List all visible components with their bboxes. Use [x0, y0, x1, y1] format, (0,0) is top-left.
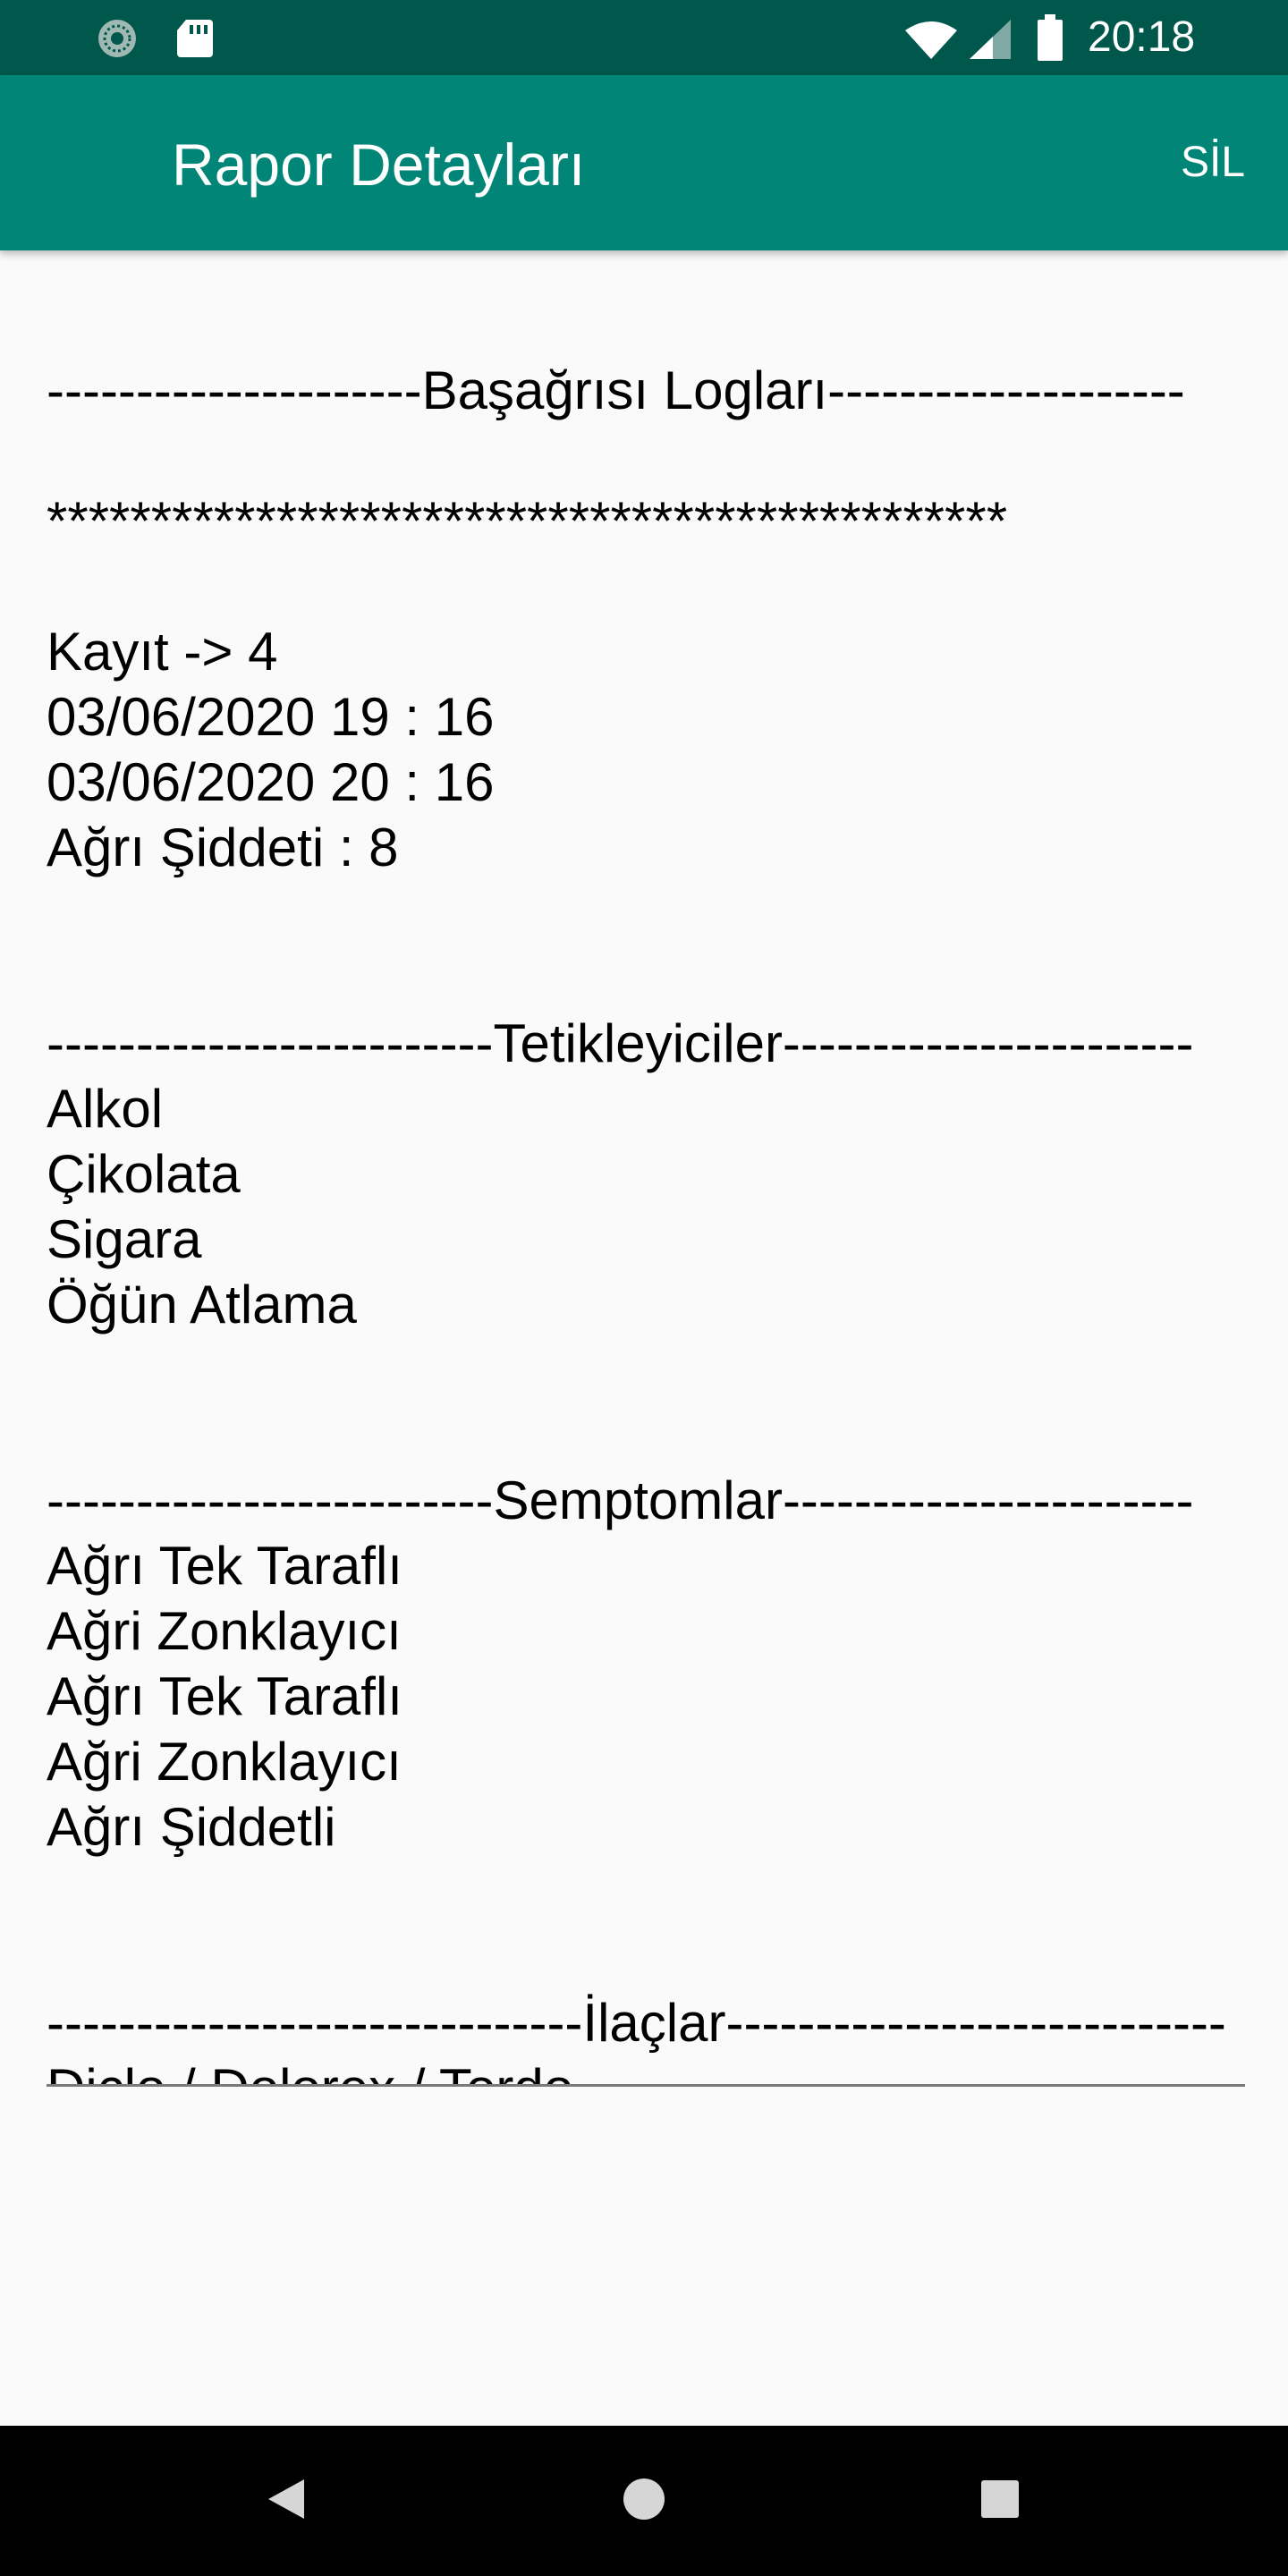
symptom-item: Ağri Zonklayıcı: [47, 1732, 402, 1792]
symptom-item: Ağrı Tek Taraflı: [47, 1666, 402, 1726]
symptom-item: Ağrı Şiddetli: [47, 1797, 336, 1857]
logs-header: ---------------------Başağrısı Logları--…: [47, 360, 1185, 420]
back-icon[interactable]: [265, 2476, 308, 2522]
recents-icon[interactable]: [980, 2479, 1020, 2519]
stars-divider: ****************************************…: [47, 491, 1008, 551]
symptom-item: Ağri Zonklayıcı: [47, 1601, 402, 1661]
status-time: 20:18: [1088, 13, 1196, 61]
pain-severity: Ağrı Şiddeti : 8: [47, 818, 399, 877]
trigger-item: Sigara: [47, 1209, 202, 1269]
screen: 20:18 Rapor Detayları SİL --------------…: [0, 0, 1288, 2576]
cell-signal-icon: [970, 20, 1011, 59]
trigger-item: Çikolata: [47, 1144, 241, 1204]
triggers-header: -------------------------Tetikleyiciler-…: [47, 1013, 1194, 1073]
record-number: Kayıt -> 4: [47, 622, 278, 682]
navigation-bar: [0, 2426, 1288, 2576]
trigger-item: Öğün Atlama: [47, 1275, 357, 1335]
delete-button[interactable]: SİL: [1181, 136, 1245, 190]
sync-icon: [98, 20, 136, 57]
start-time: 03/06/2020 19 : 16: [47, 687, 495, 747]
medication-item-partial: Diclo / Dolorex / Tordo: [47, 2055, 1245, 2084]
symptom-item: Ağrı Tek Taraflı: [47, 1536, 402, 1596]
battery-icon: [1038, 14, 1063, 61]
symptoms-header: -------------------------Semptomlar-----…: [47, 1470, 1194, 1530]
report-text-area[interactable]: ---------------------Başağrısı Logları--…: [47, 358, 1245, 2087]
end-time: 03/06/2020 20 : 16: [47, 752, 495, 812]
status-bar: 20:18: [0, 0, 1288, 75]
home-icon[interactable]: [623, 2478, 665, 2521]
app-bar: Rapor Detayları SİL: [0, 75, 1288, 250]
medications-header: ------------------------------İlaçlar---…: [47, 1993, 1226, 2053]
page-title: Rapor Detayları: [172, 131, 586, 198]
sd-card-icon: [177, 20, 213, 57]
wifi-icon: [905, 21, 957, 59]
trigger-item: Alkol: [47, 1079, 164, 1139]
